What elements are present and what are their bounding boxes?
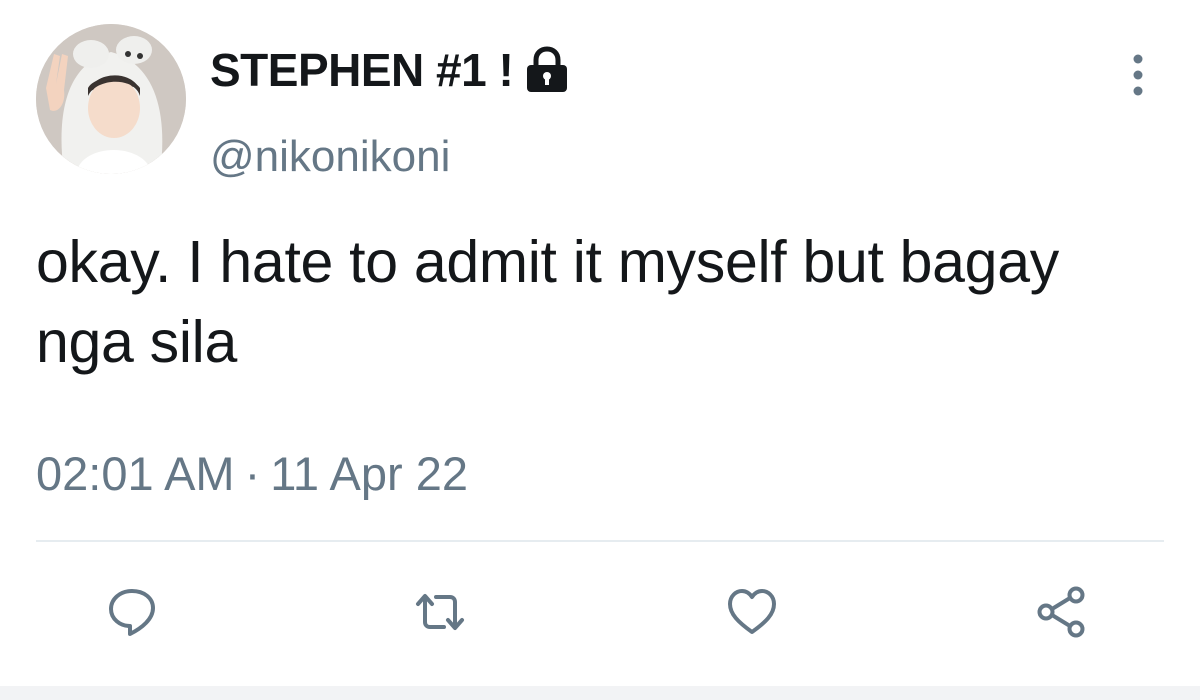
display-name[interactable]: STEPHEN #1 ! xyxy=(210,43,514,97)
tweet-card: STEPHEN #1 ! @nikonikoni okay. I hate to… xyxy=(0,0,1200,700)
bottom-separator xyxy=(0,686,1200,700)
reply-button[interactable] xyxy=(104,584,160,640)
tweet-timestamp[interactable]: 02:01 AM · 11 Apr 22 xyxy=(36,446,468,501)
share-button[interactable] xyxy=(1034,584,1090,640)
meta-separator: · xyxy=(244,447,261,500)
tweet-text: okay. I hate to admit it myself but baga… xyxy=(36,229,1059,375)
like-button[interactable] xyxy=(724,584,780,640)
lock-icon xyxy=(521,44,573,96)
reply-icon xyxy=(109,589,155,636)
retweet-icon xyxy=(416,594,464,630)
like-icon xyxy=(728,589,776,634)
user-handle[interactable]: @nikonikoni xyxy=(210,132,450,182)
divider xyxy=(36,540,1164,542)
tweet-actions xyxy=(0,584,1200,640)
avatar[interactable] xyxy=(36,24,186,174)
retweet-button[interactable] xyxy=(412,584,468,640)
display-name-row: STEPHEN #1 ! xyxy=(210,40,573,100)
more-options-icon[interactable] xyxy=(1118,50,1158,100)
tweet-date: 11 Apr 22 xyxy=(270,447,468,500)
tweet-time: 02:01 AM xyxy=(36,447,235,500)
share-icon xyxy=(1037,586,1085,638)
